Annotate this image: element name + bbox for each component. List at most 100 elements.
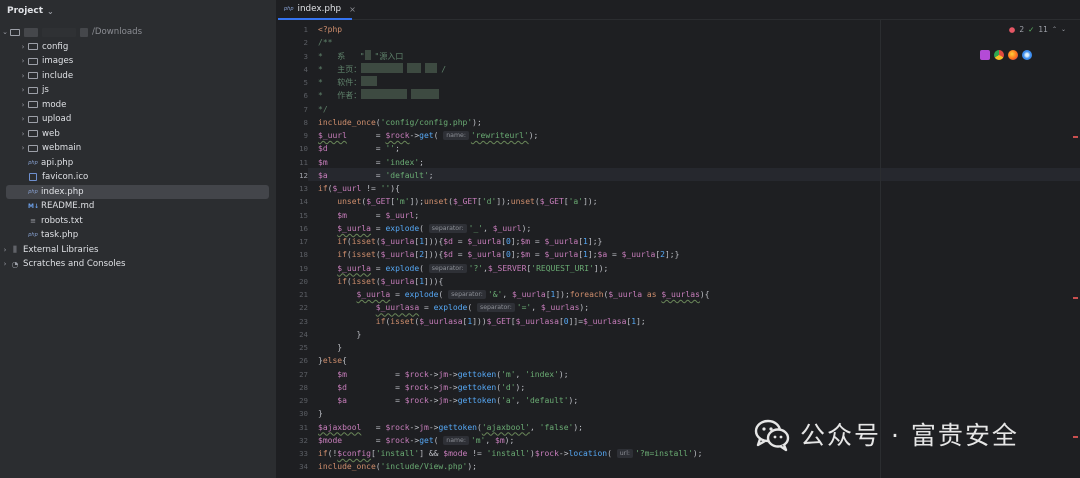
- chevron-down-icon[interactable]: ⌄: [1061, 26, 1066, 33]
- tree-item-include[interactable]: › include: [0, 69, 277, 84]
- tab-index-php[interactable]: php index.php ×: [278, 0, 356, 20]
- line-number[interactable]: 8: [278, 116, 308, 129]
- inspection-widget[interactable]: ● 2 ✓ 11 ⌃ ⌄: [1009, 25, 1066, 34]
- tree-item-api-php[interactable]: php api.php: [0, 156, 277, 171]
- code-editor[interactable]: <?php /** * 系 " "源入口 * 主页： / * 软件： * 作者： *…: [318, 20, 883, 478]
- line-number[interactable]: 26: [278, 354, 308, 367]
- line-number[interactable]: 24: [278, 328, 308, 341]
- line-number[interactable]: 33: [278, 447, 308, 460]
- line-number[interactable]: 30: [278, 407, 308, 420]
- code-line: $_uurla = explode( separator: '?',$_SERVE…: [337, 263, 609, 273]
- safari-icon[interactable]: [1022, 50, 1032, 60]
- line-number[interactable]: 4: [278, 63, 308, 76]
- line-number[interactable]: 20: [278, 275, 308, 288]
- tree-item-webmain[interactable]: › webmain: [0, 141, 277, 156]
- line-number[interactable]: 21: [278, 288, 308, 301]
- tree-item-label: api.php: [41, 157, 74, 168]
- line-number[interactable]: 12: [278, 169, 308, 182]
- browser-preview-bar: [980, 50, 1032, 60]
- scratches-icon: ◔: [11, 259, 19, 269]
- error-stripe-marker[interactable]: [1073, 136, 1078, 138]
- code-line: $mode = $rock->get( name:'m', $m);: [318, 435, 515, 445]
- chevron-right-icon[interactable]: ›: [18, 72, 28, 80]
- chevron-right-icon[interactable]: ›: [18, 144, 28, 152]
- project-root-row[interactable]: ⌄ /Downloads: [0, 25, 277, 40]
- chrome-icon[interactable]: [994, 50, 1004, 60]
- tree-item-external-libraries[interactable]: › ⫼ External Libraries: [0, 243, 277, 258]
- code-line: unset($_GET['m']);unset($_GET['d']);unse…: [337, 197, 598, 207]
- chevron-right-icon[interactable]: ›: [0, 260, 10, 268]
- code-line: if(isset($_uurlasa[1]))$_GET[$_uurlasa[0…: [375, 316, 646, 326]
- chevron-right-icon[interactable]: ›: [18, 115, 28, 123]
- chevron-right-icon[interactable]: ›: [18, 101, 28, 109]
- line-number[interactable]: 34: [278, 460, 308, 473]
- line-number[interactable]: 27: [278, 368, 308, 381]
- redacted-gap: [42, 27, 76, 37]
- tree-item-robots[interactable]: ≡ robots.txt: [0, 214, 277, 229]
- chevron-right-icon[interactable]: ›: [18, 86, 28, 94]
- tree-item-label: README.md: [41, 201, 95, 212]
- line-number[interactable]: 13: [278, 182, 308, 195]
- tree-item-favicon[interactable]: favicon.ico: [0, 170, 277, 185]
- line-number[interactable]: 18: [278, 248, 308, 261]
- tree-item-web[interactable]: › web: [0, 127, 277, 142]
- line-number[interactable]: 23: [278, 315, 308, 328]
- line-number[interactable]: 16: [278, 222, 308, 235]
- line-number[interactable]: 19: [278, 262, 308, 275]
- chevron-right-icon[interactable]: ›: [18, 57, 28, 65]
- line-number[interactable]: 11: [278, 156, 308, 169]
- line-number[interactable]: 7: [278, 103, 308, 116]
- watermark: 公众号 · 富贵安全: [752, 414, 1019, 454]
- chevron-down-icon[interactable]: ⌄: [0, 28, 10, 36]
- line-number[interactable]: 31: [278, 421, 308, 434]
- tree-item-images[interactable]: › images: [0, 54, 277, 69]
- chevron-right-icon[interactable]: ›: [18, 130, 28, 138]
- line-number[interactable]: 22: [278, 301, 308, 314]
- chevron-right-icon[interactable]: ›: [18, 43, 28, 51]
- project-panel-header[interactable]: Project ⌄: [0, 0, 276, 22]
- image-file-icon: [29, 173, 37, 182]
- chevron-up-icon[interactable]: ⌃: [1052, 26, 1057, 33]
- tree-item-readme[interactable]: M↓ README.md: [0, 199, 277, 214]
- line-number[interactable]: 3: [278, 50, 308, 63]
- line-number[interactable]: 1: [278, 23, 308, 36]
- folder-icon: [28, 43, 38, 51]
- folder-icon: [28, 72, 38, 80]
- line-number[interactable]: 15: [278, 209, 308, 222]
- line-number[interactable]: 29: [278, 394, 308, 407]
- tree-item-js[interactable]: › js: [0, 83, 277, 98]
- line-number[interactable]: 6: [278, 89, 308, 102]
- tree-item-task-php[interactable]: php task.php: [0, 228, 277, 243]
- folder-icon: [28, 86, 38, 94]
- line-number[interactable]: 25: [278, 341, 308, 354]
- code-line: $m = $rock->jm->gettoken('m', 'index');: [337, 369, 569, 379]
- error-stripe-marker[interactable]: [1073, 436, 1078, 438]
- line-number[interactable]: 2: [278, 36, 308, 49]
- line-number[interactable]: 5: [278, 76, 308, 89]
- tree-item-scratches[interactable]: › ◔ Scratches and Consoles: [0, 257, 277, 272]
- firefox-icon[interactable]: [1008, 50, 1018, 60]
- tree-item-upload[interactable]: › upload: [0, 112, 277, 127]
- tree-item-label: config: [42, 41, 69, 52]
- line-number[interactable]: 9: [278, 129, 308, 142]
- line-number[interactable]: 32: [278, 434, 308, 447]
- tree-item-mode[interactable]: › mode: [0, 98, 277, 113]
- php-file-icon: php: [28, 159, 38, 166]
- line-number[interactable]: 10: [278, 142, 308, 155]
- error-stripe-marker[interactable]: [1073, 297, 1078, 299]
- tree-item-index-php[interactable]: php index.php: [6, 184, 269, 199]
- watermark-text: 公众号 · 富贵安全: [800, 421, 1019, 450]
- tree-item-label: js: [42, 85, 49, 96]
- chevron-right-icon[interactable]: ›: [0, 246, 10, 254]
- line-number[interactable]: 28: [278, 381, 308, 394]
- line-number[interactable]: 14: [278, 195, 308, 208]
- chevron-down-icon[interactable]: ⌄: [47, 7, 54, 16]
- php-file-icon: php: [28, 188, 38, 195]
- close-icon[interactable]: ×: [349, 5, 356, 14]
- code-line: }else{: [318, 356, 347, 366]
- line-number[interactable]: 17: [278, 235, 308, 248]
- project-panel: Project ⌄ ⌄ /Downloads › config › images…: [0, 0, 277, 478]
- phpstorm-browser-icon[interactable]: [980, 50, 990, 60]
- tree-item-label: upload: [42, 114, 72, 125]
- tree-item-config[interactable]: › config: [0, 40, 277, 55]
